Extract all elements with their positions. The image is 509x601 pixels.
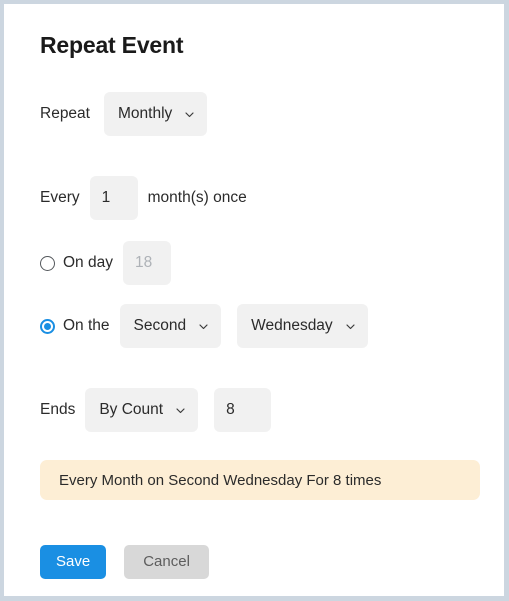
dialog-footer: Save Cancel (40, 545, 209, 579)
interval-input[interactable]: 1 (89, 176, 138, 220)
page-title: Repeat Event (40, 32, 184, 58)
weekday-select[interactable]: Wednesday (237, 304, 368, 348)
interval-unit-label: month(s) once (147, 189, 247, 206)
dialog-content: Repeat Event Repeat Monthly Every 1 mont… (37, 4, 486, 596)
ordinal-select[interactable]: Second (119, 304, 222, 348)
on-day-label[interactable]: On day (63, 254, 113, 272)
repeat-label: Repeat (40, 105, 90, 122)
repeat-frequency-value: Monthly (117, 105, 173, 122)
on-the-row: On the Second Wednesday (40, 304, 368, 348)
radio-checked-icon[interactable] (40, 318, 55, 334)
window-frame: Repeat Event Repeat Monthly Every 1 mont… (0, 0, 509, 601)
weekday-value: Wednesday (251, 317, 333, 334)
save-button[interactable]: Save (40, 545, 107, 579)
repeat-event-dialog: Repeat Event Repeat Monthly Every 1 mont… (4, 4, 504, 596)
ordinal-value: Second (133, 317, 187, 334)
every-label: Every (40, 189, 80, 206)
interval-row: Every 1 month(s) once (40, 176, 247, 220)
ends-row: Ends By Count 8 (40, 388, 272, 432)
chevron-down-icon (344, 320, 357, 333)
chevron-down-icon (183, 108, 196, 121)
repeat-frequency-select[interactable]: Monthly (103, 92, 208, 136)
cancel-button[interactable]: Cancel (124, 545, 209, 579)
ends-mode-value: By Count (99, 401, 164, 418)
on-day-row: On day 18 (40, 241, 171, 285)
chevron-down-icon (174, 404, 187, 417)
on-the-label[interactable]: On the (63, 317, 110, 335)
ends-mode-select[interactable]: By Count (85, 388, 199, 432)
ends-count-input[interactable]: 8 (214, 388, 272, 432)
radio-unchecked-icon[interactable] (40, 255, 55, 271)
chevron-down-icon (197, 320, 210, 333)
repeat-frequency-row: Repeat Monthly (40, 92, 208, 136)
on-day-input: 18 (122, 241, 171, 285)
recurrence-summary: Every Month on Second Wednesday For 8 ti… (40, 460, 480, 500)
ends-label: Ends (40, 401, 76, 418)
